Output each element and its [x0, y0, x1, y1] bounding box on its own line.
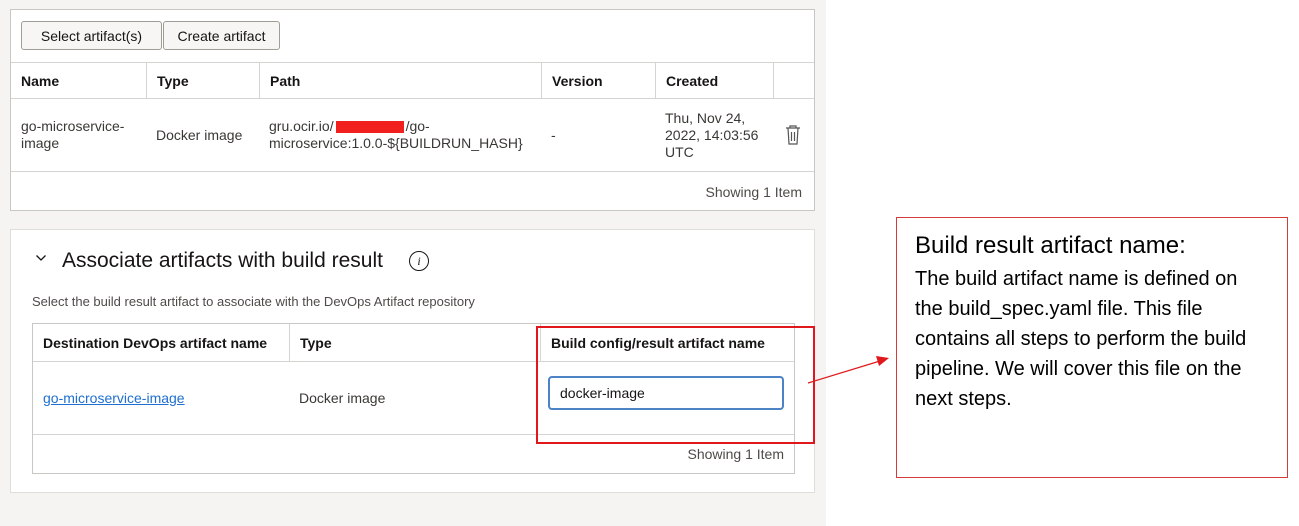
- column-header-type[interactable]: Type: [290, 324, 540, 362]
- artifact-name-cell: go-microservice-image: [21, 118, 125, 151]
- column-header-type[interactable]: Type: [147, 63, 259, 99]
- association-item-count: Showing 1 Item: [687, 446, 785, 462]
- artifacts-item-count: Showing 1 Item: [705, 184, 803, 200]
- callout-title: Build result artifact name:: [915, 232, 1186, 259]
- redaction-mark: [335, 121, 404, 134]
- column-header-name[interactable]: Name: [11, 63, 146, 99]
- table-row: go-microservice-image Docker image gru.o…: [11, 99, 814, 172]
- chevron-down-icon[interactable]: [35, 252, 47, 264]
- artifact-created-cell: Thu, Nov 24, 2022, 14:03:56 UTC: [665, 109, 759, 160]
- destination-cell: go-microservice-image: [43, 362, 283, 434]
- select-artifacts-button[interactable]: Select artifact(s): [21, 21, 162, 50]
- callout-body: The build artifact name is defined on th…: [915, 268, 1247, 410]
- column-divider: [773, 63, 774, 99]
- artifact-path-cell: gru.ocir.io//go-microservice:1.0.0-${BUI…: [269, 99, 539, 171]
- column-header-created[interactable]: Created: [656, 63, 773, 99]
- association-type-cell: Docker image: [299, 389, 386, 406]
- artifact-type-cell: Docker image: [156, 126, 243, 143]
- artifacts-card: Select artifact(s) Create artifact Name …: [10, 9, 815, 211]
- column-header-destination[interactable]: Destination DevOps artifact name: [33, 324, 289, 362]
- create-artifact-button[interactable]: Create artifact: [163, 21, 280, 50]
- info-icon[interactable]: i: [409, 251, 429, 271]
- trash-icon[interactable]: [784, 124, 802, 146]
- annotation-callout: Build result artifact name: The build ar…: [896, 217, 1288, 478]
- artifacts-table-header: Name Type Path Version Created: [11, 62, 814, 99]
- column-header-path[interactable]: Path: [260, 63, 541, 99]
- destination-artifact-link[interactable]: go-microservice-image: [43, 390, 185, 407]
- highlight-box: [536, 326, 815, 444]
- column-header-version[interactable]: Version: [542, 63, 655, 99]
- path-prefix: gru.ocir.io/: [269, 118, 334, 134]
- artifact-version-cell: -: [551, 126, 556, 143]
- section-title[interactable]: Associate artifacts with build result: [62, 249, 383, 273]
- section-description: Select the build result artifact to asso…: [32, 294, 475, 309]
